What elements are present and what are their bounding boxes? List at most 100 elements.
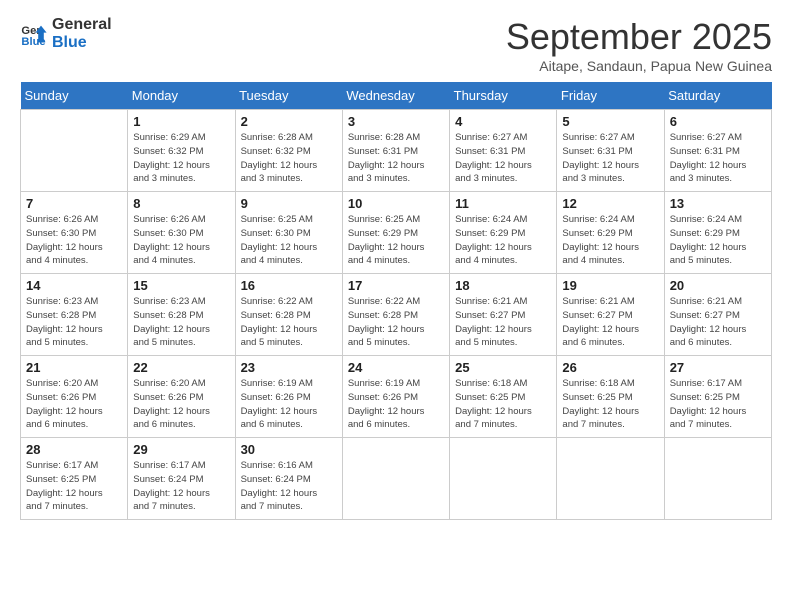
calendar-cell — [557, 438, 664, 520]
day-info: Sunrise: 6:24 AM Sunset: 6:29 PM Dayligh… — [670, 213, 766, 268]
day-header-row: SundayMondayTuesdayWednesdayThursdayFrid… — [21, 82, 772, 110]
day-info: Sunrise: 6:18 AM Sunset: 6:25 PM Dayligh… — [562, 377, 658, 432]
day-info: Sunrise: 6:21 AM Sunset: 6:27 PM Dayligh… — [455, 295, 551, 350]
day-info: Sunrise: 6:21 AM Sunset: 6:27 PM Dayligh… — [670, 295, 766, 350]
calendar-cell: 23 Sunrise: 6:19 AM Sunset: 6:26 PM Dayli… — [235, 356, 342, 438]
day-info: Sunrise: 6:27 AM Sunset: 6:31 PM Dayligh… — [670, 131, 766, 186]
logo-line1: General — [52, 16, 112, 34]
calendar-cell: 18Sunrise: 6:21 AM Sunset: 6:27 PM Dayli… — [450, 274, 557, 356]
day-info: Sunrise: 6:24 AM Sunset: 6:29 PM Dayligh… — [562, 213, 658, 268]
calendar-cell: 16Sunrise: 6:22 AM Sunset: 6:28 PM Dayli… — [235, 274, 342, 356]
calendar-cell: 7 Sunrise: 6:26 AM Sunset: 6:30 PM Daylig… — [21, 192, 128, 274]
calendar-cell: 15 Sunrise: 6:23 AM Sunset: 6:28 PM Dayli… — [128, 274, 235, 356]
calendar-week-row: 14 Sunrise: 6:23 AM Sunset: 6:28 PM Dayli… — [21, 274, 772, 356]
day-of-week-header: Sunday — [21, 82, 128, 110]
day-of-week-header: Friday — [557, 82, 664, 110]
calendar-cell: 14Sunrise: 6:23 AM Sunset: 6:28 PM Dayli… — [21, 274, 128, 356]
title-area: September 2025 Aitape, Sandaun, Papua Ne… — [506, 16, 772, 74]
calendar-cell: 17 Sunrise: 6:22 AM Sunset: 6:28 PM Dayli… — [342, 274, 449, 356]
day-info: Sunrise: 6:19 AM Sunset: 6:26 PM Dayligh… — [241, 377, 337, 432]
day-number: 2 — [241, 114, 337, 129]
calendar-cell: 20 Sunrise: 6:21 AM Sunset: 6:27 PM Dayli… — [664, 274, 771, 356]
calendar-cell: 3 Sunrise: 6:28 AM Sunset: 6:31 PM Daylig… — [342, 110, 449, 192]
calendar-table: SundayMondayTuesdayWednesdayThursdayFrid… — [20, 82, 772, 520]
day-number: 7 — [26, 196, 122, 211]
calendar-cell: 30 Sunrise: 6:16 AM Sunset: 6:24 PM Dayli… — [235, 438, 342, 520]
calendar-cell — [450, 438, 557, 520]
calendar-cell — [21, 110, 128, 192]
calendar-cell: 12 Sunrise: 6:24 AM Sunset: 6:29 PM Dayli… — [557, 192, 664, 274]
day-number: 26 — [562, 360, 658, 375]
day-number: 17 — [348, 278, 444, 293]
day-number: 25 — [455, 360, 551, 375]
day-number: 15 — [133, 278, 229, 293]
day-number: 28 — [26, 442, 122, 457]
calendar-cell: 24 Sunrise: 6:19 AM Sunset: 6:26 PM Dayli… — [342, 356, 449, 438]
day-of-week-header: Thursday — [450, 82, 557, 110]
day-number: 19 — [562, 278, 658, 293]
day-info: Sunrise: 6:22 AM Sunset: 6:28 PM Dayligh… — [348, 295, 444, 350]
day-info: Sunrise: 6:19 AM Sunset: 6:26 PM Dayligh… — [348, 377, 444, 432]
calendar-cell: 29 Sunrise: 6:17 AM Sunset: 6:24 PM Dayli… — [128, 438, 235, 520]
day-of-week-header: Saturday — [664, 82, 771, 110]
day-info: Sunrise: 6:24 AM Sunset: 6:29 PM Dayligh… — [455, 213, 551, 268]
day-info: Sunrise: 6:17 AM Sunset: 6:25 PM Dayligh… — [670, 377, 766, 432]
day-info: Sunrise: 6:20 AM Sunset: 6:26 PM Dayligh… — [133, 377, 229, 432]
day-number: 11 — [455, 196, 551, 211]
day-number: 23 — [241, 360, 337, 375]
calendar-cell — [664, 438, 771, 520]
day-info: Sunrise: 6:18 AM Sunset: 6:25 PM Dayligh… — [455, 377, 551, 432]
calendar-cell: 1 Sunrise: 6:29 AM Sunset: 6:32 PM Daylig… — [128, 110, 235, 192]
day-number: 30 — [241, 442, 337, 457]
day-info: Sunrise: 6:27 AM Sunset: 6:31 PM Dayligh… — [455, 131, 551, 186]
calendar-week-row: 21Sunrise: 6:20 AM Sunset: 6:26 PM Dayli… — [21, 356, 772, 438]
day-info: Sunrise: 6:17 AM Sunset: 6:25 PM Dayligh… — [26, 459, 122, 514]
calendar-cell: 8 Sunrise: 6:26 AM Sunset: 6:30 PM Daylig… — [128, 192, 235, 274]
calendar-cell: 9Sunrise: 6:25 AM Sunset: 6:30 PM Daylig… — [235, 192, 342, 274]
day-of-week-header: Tuesday — [235, 82, 342, 110]
header: Gen Blue General Blue September 2025 Ait… — [20, 16, 772, 74]
day-info: Sunrise: 6:26 AM Sunset: 6:30 PM Dayligh… — [133, 213, 229, 268]
day-number: 8 — [133, 196, 229, 211]
day-number: 20 — [670, 278, 766, 293]
day-number: 12 — [562, 196, 658, 211]
calendar-week-row: 7 Sunrise: 6:26 AM Sunset: 6:30 PM Daylig… — [21, 192, 772, 274]
day-number: 13 — [670, 196, 766, 211]
calendar-cell: 19 Sunrise: 6:21 AM Sunset: 6:27 PM Dayli… — [557, 274, 664, 356]
day-number: 16 — [241, 278, 337, 293]
day-number: 29 — [133, 442, 229, 457]
day-info: Sunrise: 6:29 AM Sunset: 6:32 PM Dayligh… — [133, 131, 229, 186]
day-info: Sunrise: 6:21 AM Sunset: 6:27 PM Dayligh… — [562, 295, 658, 350]
logo: Gen Blue General Blue — [20, 16, 112, 51]
calendar-cell: 11 Sunrise: 6:24 AM Sunset: 6:29 PM Dayli… — [450, 192, 557, 274]
logo-line2: Blue — [52, 34, 112, 52]
calendar-cell: 6Sunrise: 6:27 AM Sunset: 6:31 PM Daylig… — [664, 110, 771, 192]
day-number: 22 — [133, 360, 229, 375]
day-number: 5 — [562, 114, 658, 129]
day-info: Sunrise: 6:26 AM Sunset: 6:30 PM Dayligh… — [26, 213, 122, 268]
day-info: Sunrise: 6:20 AM Sunset: 6:26 PM Dayligh… — [26, 377, 122, 432]
calendar-cell: 28 Sunrise: 6:17 AM Sunset: 6:25 PM Dayli… — [21, 438, 128, 520]
month-title: September 2025 — [506, 16, 772, 58]
calendar-cell: 22 Sunrise: 6:20 AM Sunset: 6:26 PM Dayli… — [128, 356, 235, 438]
day-number: 1 — [133, 114, 229, 129]
day-info: Sunrise: 6:27 AM Sunset: 6:31 PM Dayligh… — [562, 131, 658, 186]
calendar-week-row: 1 Sunrise: 6:29 AM Sunset: 6:32 PM Daylig… — [21, 110, 772, 192]
day-number: 3 — [348, 114, 444, 129]
calendar-cell: 5 Sunrise: 6:27 AM Sunset: 6:31 PM Daylig… — [557, 110, 664, 192]
calendar-cell: 27Sunrise: 6:17 AM Sunset: 6:25 PM Dayli… — [664, 356, 771, 438]
logo-icon: Gen Blue — [20, 20, 48, 48]
calendar-cell: 4Sunrise: 6:27 AM Sunset: 6:31 PM Daylig… — [450, 110, 557, 192]
day-info: Sunrise: 6:28 AM Sunset: 6:31 PM Dayligh… — [348, 131, 444, 186]
day-number: 14 — [26, 278, 122, 293]
day-number: 24 — [348, 360, 444, 375]
day-info: Sunrise: 6:25 AM Sunset: 6:29 PM Dayligh… — [348, 213, 444, 268]
location-subtitle: Aitape, Sandaun, Papua New Guinea — [506, 58, 772, 74]
day-info: Sunrise: 6:16 AM Sunset: 6:24 PM Dayligh… — [241, 459, 337, 514]
day-of-week-header: Wednesday — [342, 82, 449, 110]
calendar-cell: 21Sunrise: 6:20 AM Sunset: 6:26 PM Dayli… — [21, 356, 128, 438]
calendar-cell — [342, 438, 449, 520]
day-info: Sunrise: 6:17 AM Sunset: 6:24 PM Dayligh… — [133, 459, 229, 514]
calendar-cell: 25 Sunrise: 6:18 AM Sunset: 6:25 PM Dayli… — [450, 356, 557, 438]
day-info: Sunrise: 6:23 AM Sunset: 6:28 PM Dayligh… — [133, 295, 229, 350]
